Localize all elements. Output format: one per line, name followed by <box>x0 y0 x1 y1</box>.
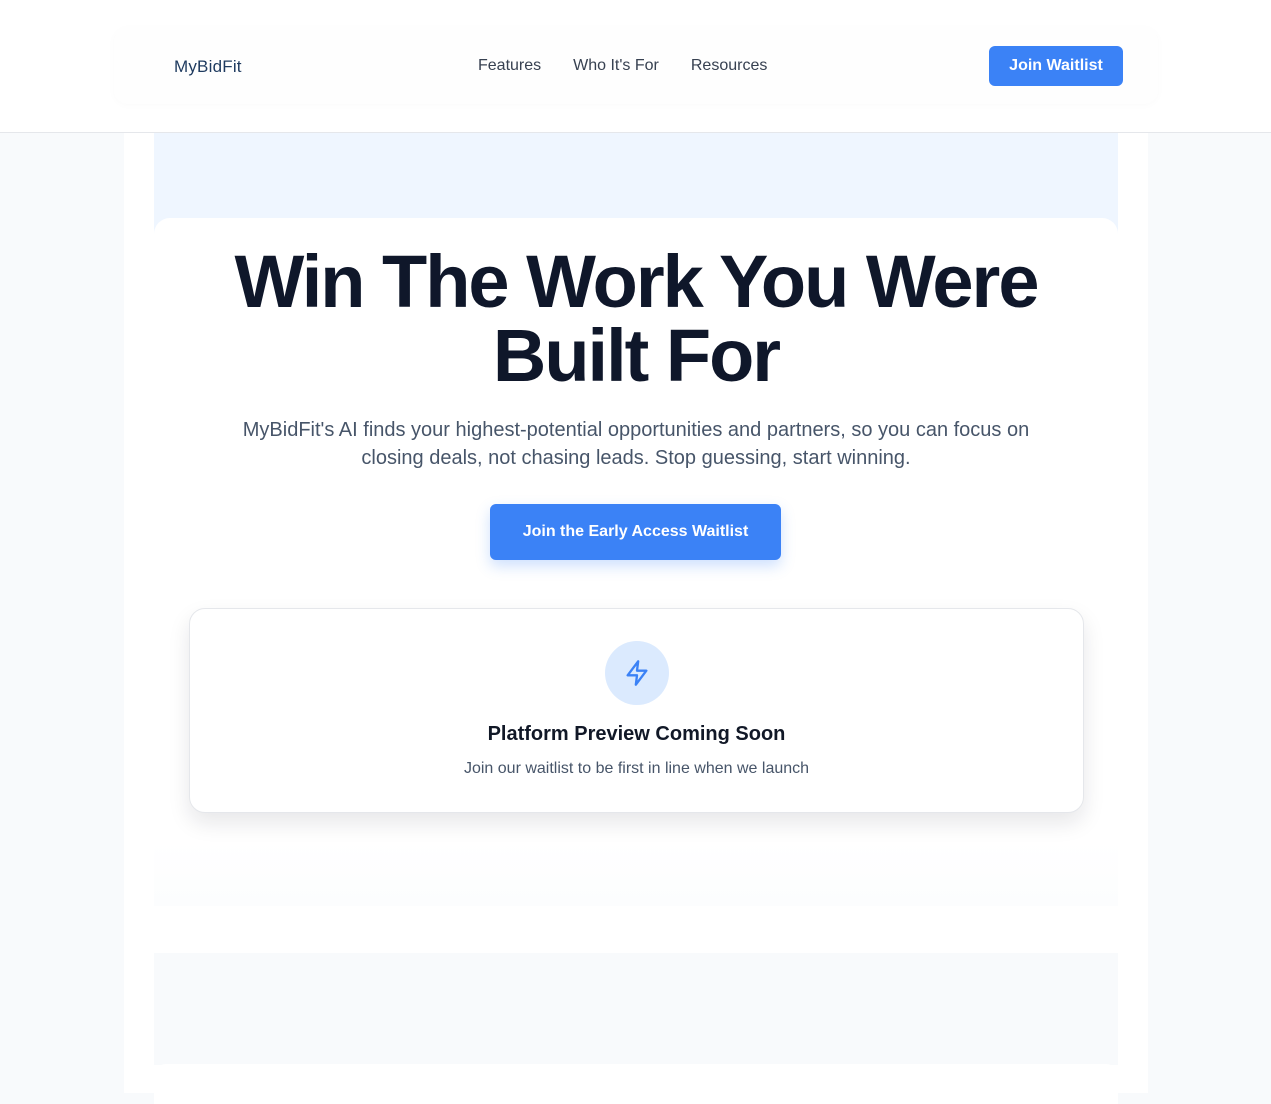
logo[interactable]: MyBidFit <box>174 57 242 77</box>
nav-link-who-its-for[interactable]: Who It's For <box>573 57 659 75</box>
platform-preview-card: Platform Preview Coming Soon Join our wa… <box>189 608 1084 813</box>
main-nav: Features Who It's For Resources <box>478 57 767 75</box>
site-header: MyBidFit Features Who It's For Resources… <box>0 0 1271 133</box>
early-access-waitlist-button[interactable]: Join the Early Access Waitlist <box>490 504 781 560</box>
hero-subtext: MyBidFit's AI finds your highest-potenti… <box>242 419 1030 469</box>
lower-section-background <box>154 953 1118 1065</box>
join-waitlist-button[interactable]: Join Waitlist <box>989 46 1123 86</box>
hero-headline-line-1: Win The Work You Were <box>234 240 1040 323</box>
hero-headline: Win The Work You Were Built For <box>154 245 1118 393</box>
lightning-bolt-icon <box>605 641 669 705</box>
preview-title: Platform Preview Coming Soon <box>487 723 786 745</box>
lower-section-card <box>154 1064 1118 1104</box>
nav-link-features[interactable]: Features <box>478 57 541 75</box>
hero-headline-line-2: Built For <box>492 314 781 397</box>
preview-subtitle: Join our waitlist to be first in line wh… <box>463 760 810 777</box>
hero-fade <box>154 840 1118 906</box>
nav-link-resources[interactable]: Resources <box>691 57 767 75</box>
